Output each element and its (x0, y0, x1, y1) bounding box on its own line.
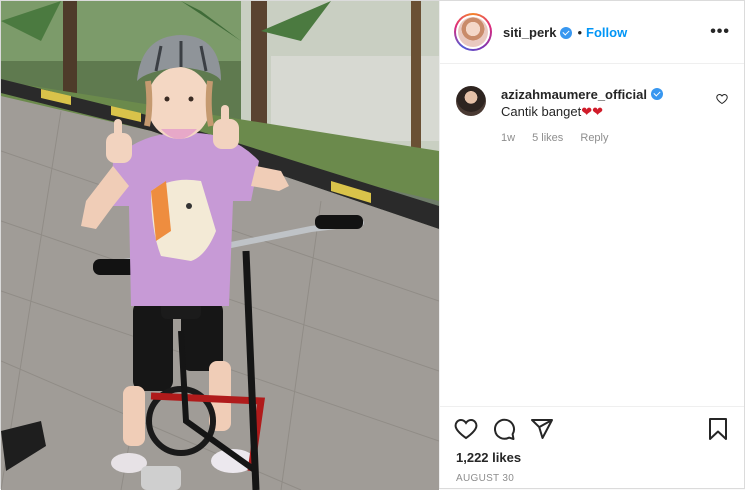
post-side-panel: siti_perk • Follow ••• azizahmaumere_off… (439, 1, 744, 488)
header-separator: • (577, 24, 583, 40)
comments-list: azizahmaumere_official Cantik banget❤❤ 1… (440, 64, 744, 406)
comment-bubble-icon[interactable] (492, 417, 516, 441)
post-actions-bar (440, 406, 744, 450)
red-heart-emoji: ❤❤ (581, 104, 604, 119)
follow-button[interactable]: Follow (586, 25, 627, 40)
commenter-avatar[interactable] (456, 86, 486, 116)
share-paper-plane-icon[interactable] (530, 417, 554, 441)
verified-badge-icon (560, 27, 573, 39)
post-date[interactable]: AUGUST 30 (440, 468, 744, 488)
comment-age[interactable]: 1w (501, 132, 515, 144)
comment-meta: 1w 5 likes Reply (501, 132, 701, 144)
comment-item: azizahmaumere_official Cantik banget❤❤ 1… (456, 86, 728, 144)
instagram-post: siti_perk • Follow ••• azizahmaumere_off… (0, 0, 745, 490)
author-username[interactable]: siti_perk (503, 25, 556, 40)
commenter-username[interactable]: azizahmaumere_official (501, 87, 647, 102)
verified-badge-icon (650, 88, 663, 100)
author-avatar[interactable] (454, 13, 492, 51)
comment-likes[interactable]: 5 likes (532, 132, 563, 144)
comment-like-heart-icon[interactable] (716, 92, 728, 110)
post-header: siti_perk • Follow ••• (440, 1, 744, 64)
post-image (1, 1, 439, 490)
post-photo[interactable] (1, 1, 439, 490)
likes-count[interactable]: 1,222 likes (440, 450, 744, 468)
reply-button[interactable]: Reply (580, 132, 608, 144)
like-heart-icon[interactable] (454, 417, 478, 441)
comment-text-block: azizahmaumere_official Cantik banget❤❤ (501, 86, 701, 120)
more-options-icon[interactable]: ••• (710, 23, 730, 41)
save-bookmark-icon[interactable] (706, 417, 730, 441)
comment-text: Cantik banget (501, 104, 582, 119)
